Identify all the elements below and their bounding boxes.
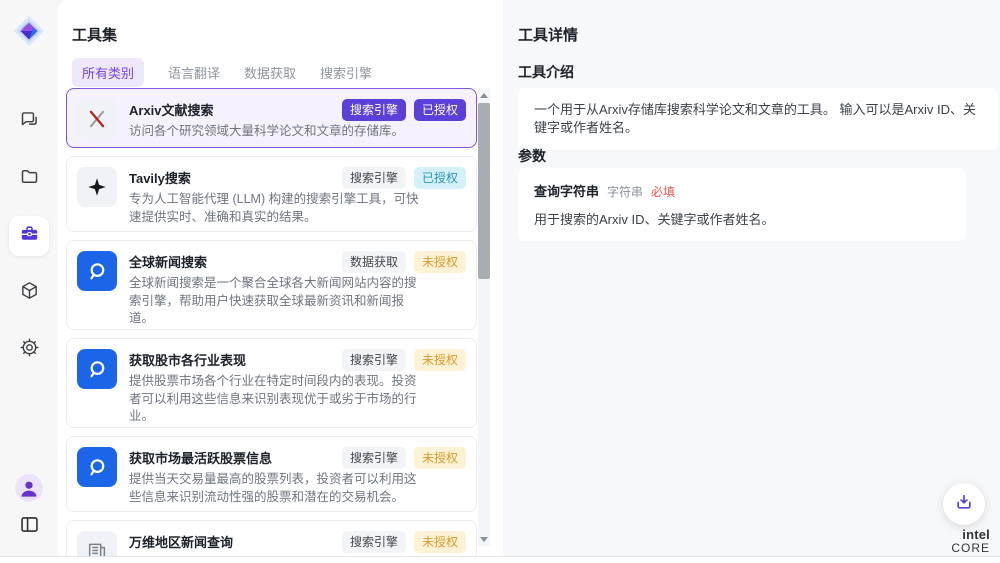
sidebar-rail bbox=[0, 0, 58, 556]
gear-icon bbox=[19, 337, 40, 363]
badges: 搜索引擎 未授权 bbox=[342, 531, 466, 553]
intro-card: 一个用于从Arxiv存储库搜索科学论文和文章的工具。 输入可以是Arxiv ID… bbox=[518, 88, 998, 150]
scroll-down-button[interactable] bbox=[478, 532, 490, 546]
param-name: 查询字符串 bbox=[534, 181, 599, 200]
category-tabs: 所有类别 语言翻译 数据获取 搜索引擎 bbox=[72, 58, 372, 87]
category-badge: 搜索引擎 bbox=[342, 531, 406, 553]
triangle-up-icon bbox=[480, 93, 488, 98]
triangle-down-icon bbox=[480, 537, 488, 542]
sidebar-item-chat[interactable] bbox=[9, 102, 49, 142]
tool-description: 提供当天交易量最高的股票列表，投资者可以利用这些信息来识别流动性强的股票和潜在的… bbox=[129, 471, 421, 506]
tool-card-global-news[interactable]: 全球新闻搜索 全球新闻搜索是一个聚合全球各大新闻网站内容的搜索引擎，帮助用户快速… bbox=[66, 240, 477, 330]
badges: 数据获取 未授权 bbox=[342, 251, 466, 273]
sidebar-item-settings[interactable] bbox=[9, 330, 49, 370]
toolbox-icon bbox=[19, 223, 40, 249]
tool-description: 提供股票市场各个行业在特定时间段内的表现。投资者可以利用这些信息来识别表现优于或… bbox=[129, 373, 421, 426]
category-badge: 搜索引擎 bbox=[342, 349, 406, 371]
param-card: 查询字符串 字符串 必填 用于搜索的Arxiv ID、关键字或作者姓名。 bbox=[518, 168, 966, 241]
panel-layout-icon bbox=[19, 514, 40, 540]
auth-status-badge: 未授权 bbox=[414, 251, 466, 273]
category-badge: 数据获取 bbox=[342, 251, 406, 273]
bottom-divider bbox=[0, 556, 1000, 563]
tool-list-panel: 工具集 所有类别 语言翻译 数据获取 搜索引擎 Arxiv文献搜索 访问各个研究… bbox=[58, 0, 503, 556]
tavily-star-icon bbox=[77, 167, 117, 207]
juhe-icon bbox=[77, 447, 117, 487]
auth-status-badge: 未授权 bbox=[414, 349, 466, 371]
tab-search-engine[interactable]: 搜索引擎 bbox=[320, 58, 372, 87]
auth-status-badge: 未授权 bbox=[414, 531, 466, 553]
sidebar-bottom bbox=[15, 474, 43, 540]
arxiv-icon bbox=[77, 99, 117, 139]
intro-text: 一个用于从Arxiv存储库搜索科学论文和文章的工具。 输入可以是Arxiv ID… bbox=[534, 102, 976, 135]
tab-language-translation[interactable]: 语言翻译 bbox=[168, 58, 220, 87]
tool-description: 专为人工智能代理 (LLM) 构建的搜索引擎工具，可快速提供实时、准确和真实的结… bbox=[129, 191, 421, 226]
detail-title: 工具详情 bbox=[518, 24, 578, 45]
tool-card-list: Arxiv文献搜索 访问各个研究领域大量科学论文和文章的存储库。 搜索引擎 已授… bbox=[66, 88, 477, 556]
badges: 搜索引擎 未授权 bbox=[342, 349, 466, 371]
tool-detail-panel: 工具详情 工具介绍 一个用于从Arxiv存储库搜索科学论文和文章的工具。 输入可… bbox=[503, 0, 1000, 556]
auth-status-badge: 已授权 bbox=[414, 99, 466, 121]
tool-card-tavily[interactable]: Tavily搜索 专为人工智能代理 (LLM) 构建的搜索引擎工具，可快速提供实… bbox=[66, 156, 477, 232]
newspaper-icon bbox=[77, 531, 117, 556]
download-icon bbox=[954, 492, 974, 517]
auth-status-badge: 未授权 bbox=[414, 447, 466, 469]
juhe-icon bbox=[77, 349, 117, 389]
sidebar-nav bbox=[9, 102, 49, 370]
scroll-up-button[interactable] bbox=[478, 88, 490, 102]
tab-data-fetch[interactable]: 数据获取 bbox=[244, 58, 296, 87]
page-title: 工具集 bbox=[72, 24, 117, 45]
juhe-icon bbox=[77, 251, 117, 291]
category-badge: 搜索引擎 bbox=[342, 447, 406, 469]
sidebar-item-toolbox[interactable] bbox=[9, 216, 49, 256]
brand-intel-text: intel bbox=[962, 527, 990, 542]
badges: 搜索引擎 已授权 bbox=[342, 99, 466, 121]
chat-icon bbox=[19, 109, 40, 135]
params-heading: 参数 bbox=[518, 146, 546, 166]
sidebar-item-packages[interactable] bbox=[9, 273, 49, 313]
tool-card-regional-news[interactable]: 万维地区新闻查询 查询具体行政区划内的新闻，快速了解各地新闻动 搜索引擎 未授权 bbox=[66, 520, 477, 556]
sidebar-item-files[interactable] bbox=[9, 159, 49, 199]
tab-all-categories[interactable]: 所有类别 bbox=[72, 58, 144, 87]
param-required-badge: 必填 bbox=[651, 183, 675, 200]
list-scrollbar bbox=[478, 88, 490, 546]
collapse-panel-button[interactable] bbox=[16, 514, 42, 540]
tool-card-active-stocks[interactable]: 获取市场最活跃股票信息 提供当天交易量最高的股票列表，投资者可以利用这些信息来识… bbox=[66, 436, 477, 512]
param-type: 字符串 bbox=[607, 183, 643, 200]
intro-heading: 工具介绍 bbox=[518, 62, 574, 82]
badges: 搜索引擎 未授权 bbox=[342, 447, 466, 469]
badges: 搜索引擎 已授权 bbox=[342, 167, 466, 189]
cube-icon bbox=[19, 280, 40, 306]
category-badge: 搜索引擎 bbox=[342, 99, 406, 121]
brand-core-text: CORE bbox=[951, 541, 990, 555]
tool-card-sector-performance[interactable]: 获取股市各行业表现 提供股票市场各个行业在特定时间段内的表现。投资者可以利用这些… bbox=[66, 338, 477, 428]
param-description: 用于搜索的Arxiv ID、关键字或作者姓名。 bbox=[534, 209, 950, 228]
tool-description: 全球新闻搜索是一个聚合全球各大新闻网站内容的搜索引擎，帮助用户快速获取全球最新资… bbox=[129, 275, 421, 328]
tool-description: 访问各个研究领域大量科学论文和文章的存储库。 bbox=[129, 123, 404, 141]
folder-icon bbox=[19, 166, 40, 192]
auth-status-badge: 已授权 bbox=[414, 167, 466, 189]
param-header: 查询字符串 字符串 必填 bbox=[534, 181, 950, 200]
category-badge: 搜索引擎 bbox=[342, 167, 406, 189]
app-window: 工具集 所有类别 语言翻译 数据获取 搜索引擎 Arxiv文献搜索 访问各个研究… bbox=[0, 0, 1000, 563]
download-button[interactable] bbox=[943, 483, 985, 525]
tool-card-arxiv[interactable]: Arxiv文献搜索 访问各个研究领域大量科学论文和文章的存储库。 搜索引擎 已授… bbox=[66, 88, 477, 148]
scrollbar-thumb[interactable] bbox=[478, 103, 490, 279]
user-avatar[interactable] bbox=[15, 474, 43, 502]
app-logo-icon bbox=[10, 12, 48, 50]
